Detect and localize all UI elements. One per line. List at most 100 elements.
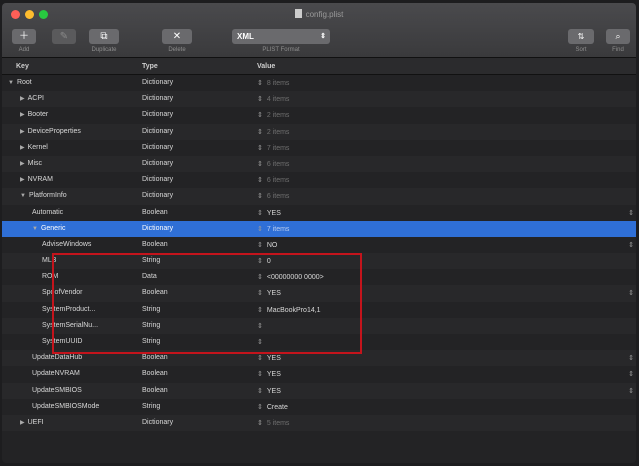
table-row[interactable]: UpdateSMBIOS Boolean ⇕ YES ⇕ xyxy=(2,382,636,399)
stepper-icon[interactable]: ⇕ xyxy=(257,339,263,346)
row-key[interactable]: ▶ NVRAM xyxy=(20,176,53,183)
row-key[interactable]: ▼ Root xyxy=(8,79,32,86)
value-popup-icon[interactable]: ⇕ xyxy=(628,354,634,362)
disclosure-collapsed-icon[interactable]: ▶ xyxy=(20,177,25,183)
row-type[interactable]: Boolean xyxy=(142,289,168,296)
row-key[interactable]: ▼ Generic xyxy=(32,225,65,232)
row-value[interactable]: ⇕ 5 items xyxy=(257,419,289,427)
table-row[interactable]: UpdateNVRAM Boolean ⇕ YES ⇕ xyxy=(2,366,636,382)
row-value[interactable]: ⇕ 8 items xyxy=(257,79,289,87)
stepper-icon[interactable]: ⇕ xyxy=(257,226,263,233)
row-type[interactable]: Boolean xyxy=(142,209,168,216)
table-row[interactable]: SystemProduct... String ⇕ MacBookPro14,1 xyxy=(2,302,636,318)
stepper-icon[interactable]: ⇕ xyxy=(257,290,263,297)
row-value[interactable]: ⇕ YES xyxy=(257,387,281,395)
disclosure-expanded-icon[interactable]: ▼ xyxy=(32,226,38,232)
table-row[interactable]: SystemSerialNu... String ⇕ xyxy=(2,317,636,334)
disclosure-collapsed-icon[interactable]: ▶ xyxy=(20,96,25,102)
table-row[interactable]: ▶ Misc Dictionary ⇕ 6 items xyxy=(2,155,636,173)
table-row[interactable]: ROM Data ⇕ <00000000 0000> xyxy=(2,269,636,285)
row-type[interactable]: Boolean xyxy=(142,354,168,361)
column-header-value[interactable]: Value xyxy=(257,63,275,70)
stepper-icon[interactable]: ⇕ xyxy=(257,161,263,168)
row-type[interactable]: Boolean xyxy=(142,370,168,377)
row-value[interactable]: ⇕ <00000000 0000> xyxy=(257,273,324,281)
row-type[interactable]: String xyxy=(142,322,160,329)
table-row[interactable]: ▼ Generic Dictionary ⇕ 7 items xyxy=(2,220,636,237)
stepper-icon[interactable]: ⇕ xyxy=(257,274,263,281)
disclosure-collapsed-icon[interactable]: ▶ xyxy=(20,161,25,167)
stepper-icon[interactable]: ⇕ xyxy=(257,420,263,427)
row-key[interactable]: SpoofVendor xyxy=(42,289,82,296)
value-popup-icon[interactable]: ⇕ xyxy=(628,370,634,378)
row-type[interactable]: String xyxy=(142,306,160,313)
table-row[interactable]: ▶ Booter Dictionary ⇕ 2 items xyxy=(2,107,636,123)
row-type[interactable]: Dictionary xyxy=(142,419,173,426)
row-value[interactable]: ⇕ 6 items xyxy=(257,160,289,168)
find-button[interactable]: ⌕ xyxy=(606,29,630,44)
row-value[interactable]: ⇕ 0 xyxy=(257,257,271,265)
stepper-icon[interactable]: ⇕ xyxy=(257,258,263,265)
stepper-icon[interactable]: ⇕ xyxy=(257,323,263,330)
row-key[interactable]: SystemUUID xyxy=(42,338,82,345)
table-row[interactable]: ▶ DeviceProperties Dictionary ⇕ 2 items xyxy=(2,123,636,140)
table-row[interactable]: ▼ PlatformInfo Dictionary ⇕ 6 items xyxy=(2,188,636,205)
table-row[interactable]: MLB String ⇕ 0 xyxy=(2,253,636,270)
row-type[interactable]: Boolean xyxy=(142,387,168,394)
value-popup-icon[interactable]: ⇕ xyxy=(628,387,634,395)
table-row[interactable]: Automatic Boolean ⇕ YES ⇕ xyxy=(2,205,636,221)
stepper-icon[interactable]: ⇕ xyxy=(257,388,263,395)
row-value[interactable]: ⇕ 2 items xyxy=(257,128,289,136)
row-type[interactable]: Dictionary xyxy=(142,128,173,135)
row-type[interactable]: Dictionary xyxy=(142,160,173,167)
row-key[interactable]: UpdateDataHub xyxy=(32,354,82,361)
row-value[interactable]: ⇕ 2 items xyxy=(257,111,289,119)
disclosure-collapsed-icon[interactable]: ▶ xyxy=(20,145,25,151)
stepper-icon[interactable]: ⇕ xyxy=(257,355,263,362)
value-popup-icon[interactable]: ⇕ xyxy=(628,209,634,217)
row-key[interactable]: UpdateNVRAM xyxy=(32,370,80,377)
stepper-icon[interactable]: ⇕ xyxy=(257,307,263,314)
table-row[interactable]: ▶ UEFI Dictionary ⇕ 5 items xyxy=(2,414,636,432)
add-button[interactable]: ＋ xyxy=(12,29,36,44)
row-value[interactable]: ⇕ YES xyxy=(257,209,281,217)
row-value[interactable]: ⇕ YES xyxy=(257,370,281,378)
row-key[interactable]: UpdateSMBIOSMode xyxy=(32,403,99,410)
disclosure-collapsed-icon[interactable]: ▶ xyxy=(20,420,25,426)
row-type[interactable]: String xyxy=(142,338,160,345)
stepper-icon[interactable]: ⇕ xyxy=(257,404,263,411)
table-row[interactable]: UpdateDataHub Boolean ⇕ YES ⇕ xyxy=(2,350,636,367)
row-type[interactable]: Dictionary xyxy=(142,192,173,199)
row-value[interactable]: ⇕ YES xyxy=(257,289,281,297)
duplicate-button[interactable]: ⧉ xyxy=(89,29,119,44)
sort-button[interactable]: ⇅ xyxy=(568,29,594,44)
row-key[interactable]: ▼ PlatformInfo xyxy=(20,192,67,199)
row-key[interactable]: ▶ ACPI xyxy=(20,95,44,102)
row-key[interactable]: MLB xyxy=(42,257,56,264)
column-header-key[interactable]: Key xyxy=(16,63,29,70)
row-value[interactable]: ⇕ 6 items xyxy=(257,192,289,200)
stepper-icon[interactable]: ⇕ xyxy=(257,145,263,152)
edit-button[interactable]: ✎ xyxy=(52,29,76,44)
row-key[interactable]: AdviseWindows xyxy=(42,241,91,248)
row-key[interactable]: Automatic xyxy=(32,209,63,216)
row-value[interactable]: ⇕ xyxy=(257,322,267,330)
row-key[interactable]: ▶ DeviceProperties xyxy=(20,128,81,135)
table-row[interactable]: ▶ NVRAM Dictionary ⇕ 6 items xyxy=(2,172,636,188)
row-key[interactable]: ▶ Kernel xyxy=(20,144,48,151)
row-key[interactable]: SystemProduct... xyxy=(42,306,95,313)
stepper-icon[interactable]: ⇕ xyxy=(257,193,263,200)
row-type[interactable]: Dictionary xyxy=(142,111,173,118)
row-value[interactable]: ⇕ 6 items xyxy=(257,176,289,184)
row-value[interactable]: ⇕ MacBookPro14,1 xyxy=(257,306,321,314)
row-value[interactable]: ⇕ xyxy=(257,338,267,346)
row-type[interactable]: Dictionary xyxy=(142,79,173,86)
table-row[interactable]: ▶ ACPI Dictionary ⇕ 4 items xyxy=(2,91,636,108)
row-value[interactable]: ⇕ 4 items xyxy=(257,95,289,103)
disclosure-collapsed-icon[interactable]: ▶ xyxy=(20,112,25,118)
table-row[interactable]: UpdateSMBIOSMode String ⇕ Create xyxy=(2,399,636,415)
row-type[interactable]: Dictionary xyxy=(142,176,173,183)
row-value[interactable]: ⇕ 7 items xyxy=(257,225,289,233)
stepper-icon[interactable]: ⇕ xyxy=(257,177,263,184)
table-row[interactable]: ▶ Kernel Dictionary ⇕ 7 items xyxy=(2,140,636,156)
